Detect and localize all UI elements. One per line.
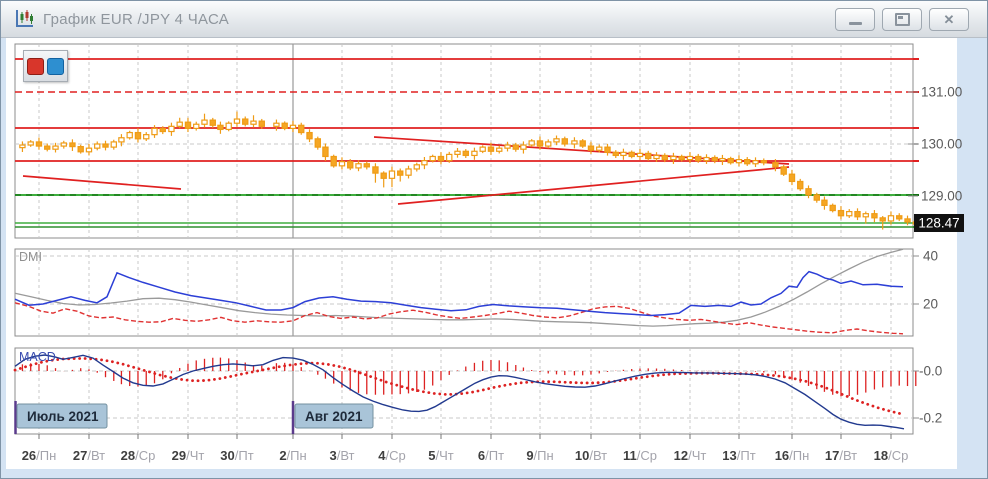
chart-window: График EUR /JPY 4 ЧАСА ✕ DMI MACD 131.00 13… — [0, 0, 988, 479]
date-tick-label: 6/Пт — [478, 448, 504, 463]
date-tick-label: 18/Ср — [874, 448, 909, 463]
date-tick-label: 3/Вт — [329, 448, 354, 463]
dmi-axis-label: 20 — [923, 297, 938, 312]
panel-frame-2 — [14, 347, 914, 435]
chart-area: DMI MACD 131.00 130.00 129.00 40 20 -0.0 -0.2 128… — [1, 38, 987, 478]
macd-axis-label: -0.0 — [919, 364, 942, 379]
price-chart-canvas[interactable]: DMI MACD 131.00 130.00 129.00 40 20 -0.0 -0.2 128… — [1, 38, 987, 478]
panel-frame-1 — [14, 248, 914, 337]
date-tick-label: 26/Пн — [22, 448, 57, 463]
date-tick-label: 29/Чт — [172, 448, 205, 463]
date-tick-label: 27/Вт — [73, 448, 105, 463]
maximize-icon — [894, 13, 910, 26]
date-tick-label: 30/Пт — [220, 448, 253, 463]
blue-marker-button[interactable] — [47, 57, 64, 75]
minimize-icon — [848, 22, 862, 25]
date-tick-label: 5/Чт — [428, 448, 454, 463]
price-axis-label: 131.00 — [921, 85, 962, 100]
price-axis-label: 130.00 — [921, 137, 962, 152]
chart-mini-toolbar — [23, 50, 68, 82]
close-button[interactable]: ✕ — [929, 8, 969, 31]
close-icon: ✕ — [943, 12, 955, 27]
panel-frame-0 — [14, 43, 914, 239]
date-tick-label: 2/Пн — [279, 448, 306, 463]
date-tick-label: 9/Пн — [526, 448, 553, 463]
candlestick-chart-icon — [16, 10, 33, 27]
dmi-axis-label: 40 — [923, 249, 938, 264]
date-tick-label: 17/Вт — [825, 448, 857, 463]
dmi-panel-label: DMI — [19, 250, 42, 264]
date-tick-label: 16/Пн — [775, 448, 810, 463]
date-tick-label: 12/Чт — [674, 448, 707, 463]
date-tick-label: 10/Вт — [575, 448, 607, 463]
last-price-label: 128.47 — [918, 216, 959, 231]
month-label: Авг 2021 — [305, 409, 363, 424]
date-tick-label: 13/Пт — [722, 448, 755, 463]
minimize-button[interactable] — [835, 8, 875, 31]
price-axis-label: 129.00 — [921, 189, 962, 204]
macd-axis-label: -0.2 — [919, 411, 942, 426]
date-tick-label: 28/Ср — [121, 448, 156, 463]
red-marker-button[interactable] — [27, 57, 44, 75]
date-tick-label: 4/Ср — [378, 448, 405, 463]
month-label: Июль 2021 — [27, 409, 99, 424]
window-title: График EUR /JPY 4 ЧАСА — [43, 10, 230, 28]
date-tick-label: 11/Ср — [623, 448, 657, 463]
maximize-button[interactable] — [882, 8, 922, 31]
titlebar[interactable]: График EUR /JPY 4 ЧАСА ✕ — [1, 1, 987, 38]
macd-panel-label: MACD — [19, 350, 56, 364]
